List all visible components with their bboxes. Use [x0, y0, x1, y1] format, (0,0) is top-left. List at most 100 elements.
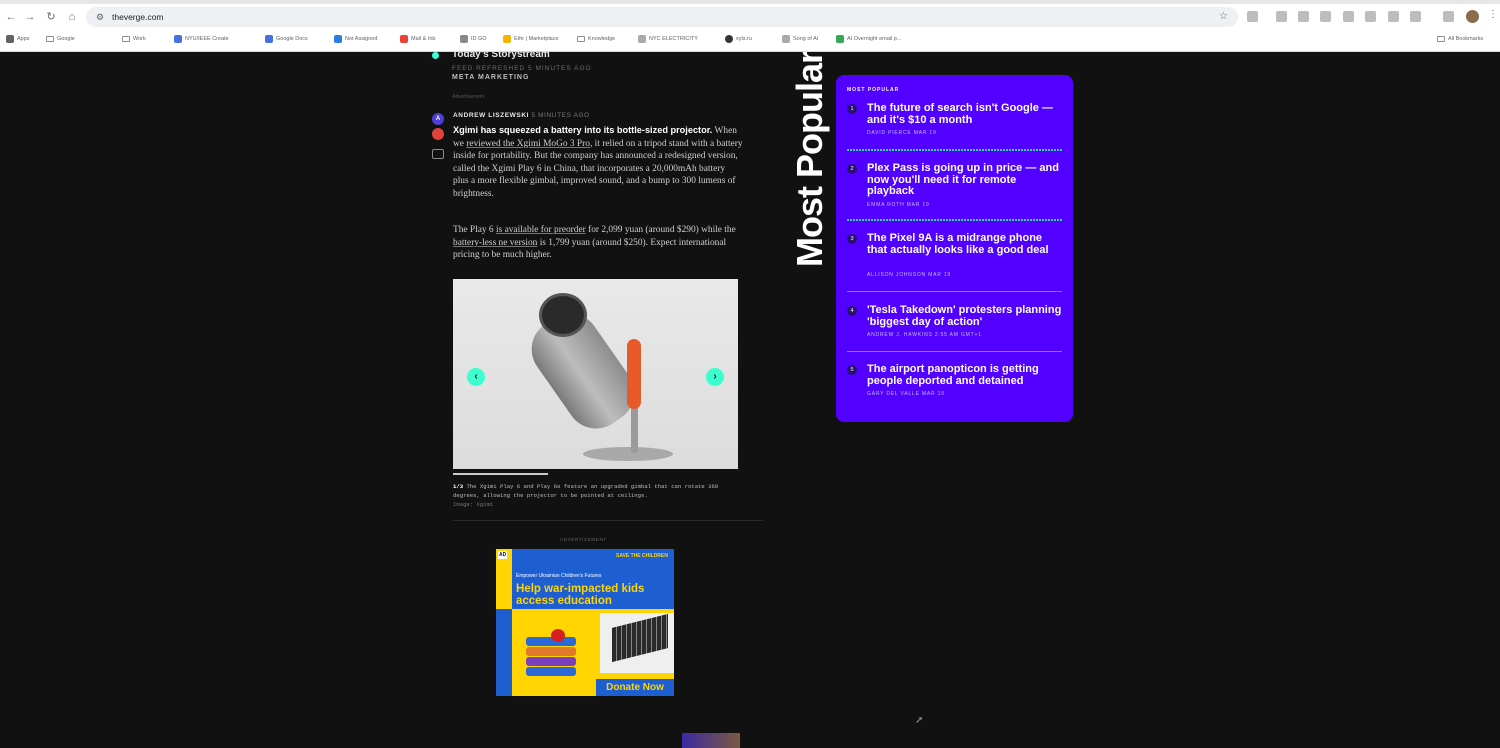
popular-title[interactable]: The future of search isn't Google — and …	[867, 102, 1062, 126]
tab-strip	[0, 0, 1500, 4]
bookmark-star-icon[interactable]: ☆	[1219, 10, 1228, 24]
author-avatar[interactable]: A	[432, 113, 444, 125]
extension-icon[interactable]	[1298, 11, 1309, 22]
popular-title[interactable]: The airport panopticon is getting people…	[867, 363, 1062, 387]
popular-meta: DAVID PIERCE MAR 19	[867, 130, 937, 136]
bookmark-item[interactable]: Knowledge	[577, 33, 615, 45]
back-icon[interactable]: ←	[4, 10, 18, 24]
popular-title[interactable]: The Pixel 9A is a midrange phone that ac…	[867, 232, 1062, 256]
caption-credit: Image: Xgimi	[453, 501, 494, 508]
home-icon[interactable]: ⌂	[65, 10, 79, 24]
reload-icon[interactable]: ↻	[44, 10, 58, 24]
extension-icon[interactable]	[1276, 11, 1287, 22]
site-favicon	[503, 35, 511, 43]
donate-button[interactable]: Donate Now	[596, 679, 674, 696]
projector-lens	[539, 293, 587, 337]
ad-stripe	[496, 609, 512, 696]
site-favicon	[836, 35, 844, 43]
ad-headline: Help war-impacted kids access education	[516, 583, 645, 607]
popular-title[interactable]: Plex Pass is going up in price — and now…	[867, 162, 1062, 198]
bookmark-item[interactable]: NYC ELECTRICITY	[638, 33, 698, 45]
apps-icon	[6, 35, 14, 43]
post-paragraph-2: The Play 6 is available for preorder for…	[453, 225, 736, 261]
extension-icon[interactable]	[1365, 11, 1376, 22]
bookmark-item[interactable]: Google	[46, 33, 75, 45]
author-name[interactable]: ANDREW LISZEWSKI	[453, 112, 529, 119]
popular-rank: 1	[847, 104, 857, 114]
storystream-dot-icon	[432, 52, 439, 59]
site-favicon	[174, 35, 182, 43]
post-paragraph-1: Xgimi has squeezed a battery into its bo…	[453, 125, 743, 199]
preorder-link[interactable]: is available for preorder	[496, 225, 586, 235]
caption-text: The Xgimi Play 6 and Play 6e feature an …	[453, 483, 719, 499]
site-favicon	[460, 35, 468, 43]
popular-meta: ANDREW J. HAWKINS 2:55 AM GMT+1	[867, 332, 982, 338]
bookmark-item[interactable]: Song of AI	[782, 33, 818, 45]
popular-meta: ALLISON JOHNSON MAR 19	[867, 272, 952, 278]
browser-chrome: ← → ↻ ⌂ ⚙ theverge.com ☆ ⋮ Apps Google W…	[0, 0, 1500, 52]
image-caption: 1/3 The Xgimi Play 6 and Play 6e feature…	[453, 482, 743, 509]
extension-icon[interactable]	[1388, 11, 1399, 22]
gallery-next-button[interactable]: ›	[706, 368, 724, 386]
extension-icon[interactable]	[1343, 11, 1354, 22]
forward-icon[interactable]: →	[23, 10, 37, 24]
separator	[847, 219, 1062, 221]
reaction-icon[interactable]	[432, 128, 444, 140]
ad-label: ADVERTISEMENT	[560, 537, 607, 542]
sponsored-label: Advertisement	[452, 94, 484, 100]
popular-rank: 2	[847, 164, 857, 174]
site-favicon	[334, 35, 342, 43]
ad-subtitle: Empower Ukrainian Children's Futures	[516, 573, 602, 579]
battery-less-link[interactable]: battery-less ne version	[453, 238, 537, 248]
site-info-icon[interactable]: ⚙	[94, 11, 106, 23]
extension-icon[interactable]	[1320, 11, 1331, 22]
verge-page: Today's Storystream FEED REFRESHED 5 MIN…	[0, 52, 1500, 748]
projector-base	[583, 447, 673, 461]
gallery-prev-button[interactable]: ‹	[467, 368, 485, 386]
extension-icon[interactable]	[1247, 11, 1258, 22]
image-gallery: ‹ ›	[453, 279, 738, 469]
popular-rank: 3	[847, 234, 857, 244]
separator	[847, 149, 1062, 151]
download-icon[interactable]	[1443, 11, 1454, 22]
laptop-illustration	[600, 613, 674, 673]
advertisement[interactable]: AD SAVE THE CHILDREN Empower Ukrainian C…	[496, 549, 674, 696]
popular-meta: GARY DEL VALLE MAR 19	[867, 391, 945, 397]
caption-index: 1/3	[453, 483, 464, 490]
bookmark-item[interactable]: Work	[122, 33, 146, 45]
popular-meta: EMMA ROTH MAR 19	[867, 202, 930, 208]
separator	[847, 291, 1062, 292]
post-headline[interactable]: Xgimi has squeezed a battery into its bo…	[453, 125, 712, 135]
storystream-title[interactable]: Today's Storystream	[452, 52, 550, 60]
bookmark-item[interactable]: Google Docs	[265, 33, 308, 45]
profile-avatar[interactable]	[1466, 10, 1479, 23]
bookmark-item[interactable]: Apps	[6, 33, 30, 45]
bookmark-item[interactable]: Mail & Inb	[400, 33, 435, 45]
ad-logo: SAVE THE CHILDREN	[616, 553, 668, 559]
folder-icon	[577, 36, 585, 42]
bookmark-item[interactable]: Not Assigned	[334, 33, 377, 45]
storystream-tag[interactable]: META MARKETING	[452, 74, 529, 81]
post-byline: ANDREW LISZEWSKI 5 MINUTES AGO	[453, 112, 590, 119]
all-bookmarks[interactable]: All Bookmarks	[1437, 33, 1483, 45]
most-popular-panel: MOST POPULAR 1 The future of search isn'…	[836, 75, 1073, 422]
folder-icon	[46, 36, 54, 42]
bookmark-item[interactable]: AI Overnight email p...	[836, 33, 901, 45]
bookmark-item[interactable]: Ethr | Marketplace	[503, 33, 559, 45]
bookmark-item[interactable]: NYU/IEEE Create	[174, 33, 229, 45]
ad-badge: AD	[498, 551, 508, 559]
menu-kebab-icon[interactable]: ⋮	[1488, 9, 1498, 20]
extension-icon[interactable]	[1410, 11, 1421, 22]
url-text[interactable]: theverge.com	[112, 10, 164, 24]
comment-icon[interactable]	[432, 149, 444, 159]
next-post-thumbnail[interactable]	[682, 733, 740, 748]
address-bar[interactable]: ⚙ theverge.com ☆	[86, 7, 1238, 27]
popular-title[interactable]: 'Tesla Takedown' protesters planning 'bi…	[867, 304, 1062, 328]
bookmark-item[interactable]: xyls.ru	[725, 33, 752, 45]
gallery-progress	[453, 473, 548, 475]
most-popular-label: MOST POPULAR	[847, 87, 900, 93]
review-link[interactable]: reviewed the Xgimi MoGo 3 Pro	[466, 139, 590, 149]
bookmark-item[interactable]: ID GO	[460, 33, 487, 45]
folder-icon	[122, 36, 130, 42]
folder-icon	[1437, 36, 1445, 42]
